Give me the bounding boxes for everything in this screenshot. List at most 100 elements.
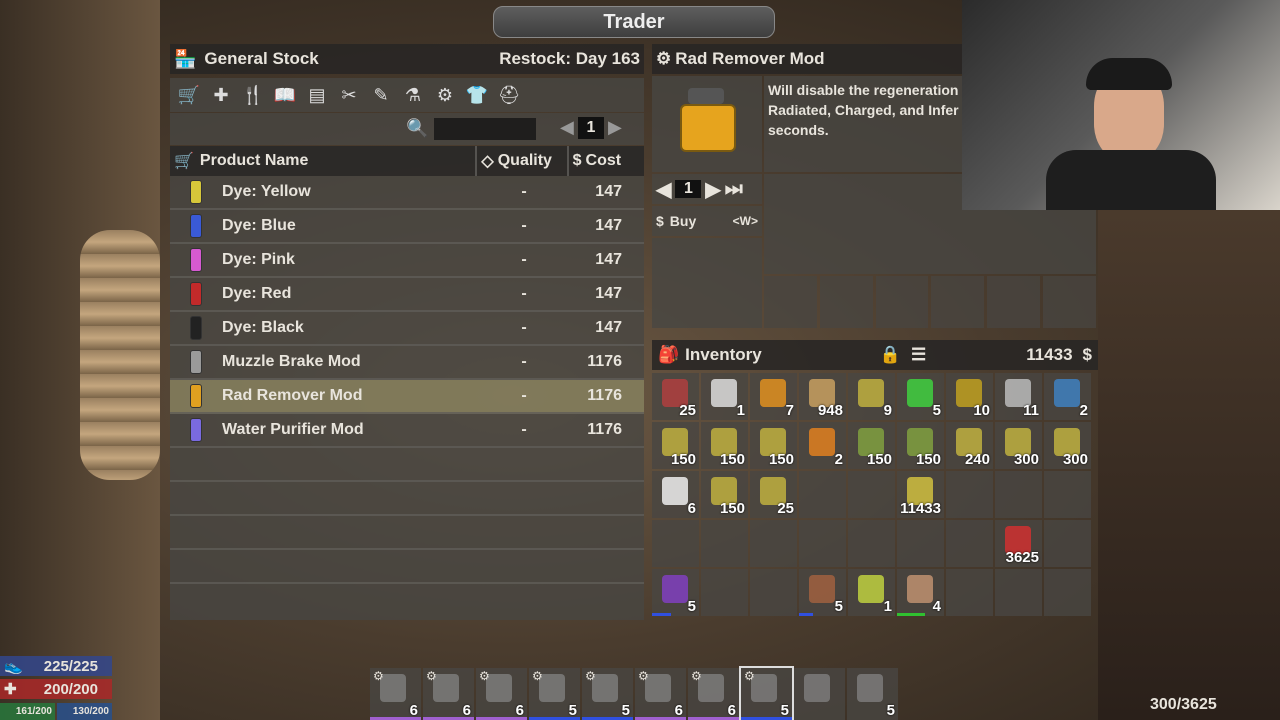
inventory-slot[interactable]: 2 (799, 422, 846, 469)
inventory-slot[interactable]: 11433 (897, 471, 944, 518)
product-row[interactable]: Dye: Yellow - 147 (170, 176, 644, 210)
parts-icon[interactable]: ⚙ (432, 82, 458, 108)
inventory-slot[interactable]: 9 (848, 373, 895, 420)
inventory-slot[interactable]: 1 (848, 569, 895, 616)
inventory-slot[interactable]: 5 (652, 569, 699, 616)
building-icon[interactable]: ▤ (304, 82, 330, 108)
product-row[interactable]: Dye: Black - 147 (170, 312, 644, 346)
weapons-icon[interactable]: ✎ (368, 82, 394, 108)
inventory-slot[interactable]: 5 (799, 569, 846, 616)
inventory-slot[interactable] (848, 471, 895, 518)
mod-slot[interactable] (764, 276, 817, 328)
toolbelt-slot[interactable]: ⚙ 5 (582, 668, 633, 720)
inventory-slot[interactable]: 150 (848, 422, 895, 469)
inventory-slot[interactable]: 11 (995, 373, 1042, 420)
inventory-slot[interactable]: 150 (897, 422, 944, 469)
inventory-slot[interactable]: 948 (799, 373, 846, 420)
inventory-slot[interactable]: 10 (946, 373, 993, 420)
inventory-slot[interactable] (946, 569, 993, 616)
inventory-slot[interactable]: 300 (995, 422, 1042, 469)
product-row[interactable]: Rad Remover Mod - 1176 (170, 380, 644, 414)
qty-increase-icon[interactable]: ▶ (705, 177, 720, 202)
food-icon[interactable]: 🍴 (240, 82, 266, 108)
toolbelt-slot[interactable]: ⚙ 6 (635, 668, 686, 720)
product-row[interactable]: Water Purifier Mod - 1176 (170, 414, 644, 448)
qty-value[interactable]: 1 (675, 180, 702, 198)
inventory-slot[interactable]: 150 (701, 422, 748, 469)
item-count: 150 (670, 451, 696, 468)
toolbelt-slot[interactable]: ⚙ 6 (688, 668, 739, 720)
inventory-slot[interactable]: 2 (1044, 373, 1091, 420)
inventory-slot[interactable]: 150 (652, 422, 699, 469)
quality-column[interactable]: ◇ Quality (477, 146, 569, 176)
page-next-icon[interactable]: ▶ (608, 117, 622, 138)
inventory-slot[interactable] (995, 569, 1042, 616)
inventory-slot[interactable] (652, 520, 699, 567)
sort-icon[interactable]: ☰ (911, 345, 926, 365)
product-quality: - (521, 183, 527, 200)
mod-slot[interactable] (875, 276, 929, 328)
product-row[interactable]: Muzzle Brake Mod - 1176 (170, 346, 644, 380)
product-row[interactable]: Dye: Blue - 147 (170, 210, 644, 244)
inventory-slot[interactable]: 150 (750, 422, 797, 469)
toolbelt-slot[interactable]: ⚙ 6 (423, 668, 474, 720)
inventory-slot[interactable]: 6 (652, 471, 699, 518)
search-icon[interactable]: 🔍 (406, 118, 428, 139)
inventory-slot[interactable] (897, 520, 944, 567)
inventory-slot[interactable] (1044, 569, 1091, 616)
qty-decrease-icon[interactable]: ◀ (656, 177, 671, 202)
toolbelt-slot[interactable]: ⚙ 5 (739, 666, 794, 720)
inventory-slot[interactable] (1044, 520, 1091, 567)
product-name-column[interactable]: 🛒 Product Name (170, 146, 478, 176)
inventory-slot[interactable] (1044, 471, 1091, 518)
mod-slot[interactable] (931, 276, 985, 328)
inventory-slot[interactable] (946, 520, 993, 567)
inventory-slot[interactable] (701, 569, 748, 616)
toolbelt-slot[interactable]: ⚙ 6 (476, 668, 527, 720)
book-icon[interactable]: 📖 (272, 82, 298, 108)
mod-slot[interactable] (1043, 276, 1096, 328)
inventory-slot[interactable] (701, 520, 748, 567)
toolbelt-slot[interactable]: 5 (847, 668, 898, 720)
inventory-slot[interactable]: 7 (750, 373, 797, 420)
cost-column[interactable]: $ Cost (568, 146, 644, 176)
lock-icon[interactable]: 🔒 (880, 345, 901, 365)
product-quality: - (521, 421, 527, 438)
inventory-slot[interactable] (750, 569, 797, 616)
chemistry-icon[interactable]: ⚗ (400, 82, 426, 108)
inventory-slot[interactable] (946, 471, 993, 518)
qty-max-icon[interactable]: ⏭ (725, 178, 743, 201)
mod-slot[interactable] (819, 276, 873, 328)
inventory-slot[interactable]: 25 (652, 373, 699, 420)
inventory-slot[interactable]: 4 (897, 569, 944, 616)
toolbelt-slot[interactable]: ⚙ 6 (370, 668, 421, 720)
tools-icon[interactable]: ✂ (336, 82, 362, 108)
toolbelt-slot[interactable] (794, 668, 845, 720)
search-input[interactable] (434, 118, 536, 140)
inventory-slot[interactable]: 1 (701, 373, 748, 420)
item-count: 300 (1013, 451, 1039, 468)
inventory-slot[interactable] (995, 471, 1042, 518)
inventory-slot[interactable]: 150 (701, 471, 748, 518)
armor-icon[interactable]: ⛑ (496, 82, 522, 108)
page-prev-icon[interactable]: ◀ (560, 117, 574, 138)
cart-icon[interactable]: 🛒 (176, 82, 202, 108)
product-row[interactable]: Dye: Red - 147 (170, 278, 644, 312)
inventory-slot[interactable]: 300 (1044, 422, 1091, 469)
inventory-slot[interactable]: 3625 (995, 520, 1042, 567)
inventory-slot[interactable]: 5 (897, 373, 944, 420)
medical-icon[interactable]: ✚ (208, 82, 234, 108)
toolbelt-slot[interactable]: ⚙ 5 (529, 668, 580, 720)
product-row[interactable]: Dye: Pink - 147 (170, 244, 644, 278)
inventory-slot[interactable] (799, 471, 846, 518)
inventory-slot[interactable] (750, 520, 797, 567)
item-count: 5 (687, 598, 696, 615)
clothing-icon[interactable]: 👕 (464, 82, 490, 108)
inventory-slot[interactable]: 25 (750, 471, 797, 518)
carry-weight: 300/3625 (1150, 696, 1217, 713)
inventory-slot[interactable]: 240 (946, 422, 993, 469)
inventory-slot[interactable] (848, 520, 895, 567)
mod-slot[interactable] (987, 276, 1041, 328)
inventory-slot[interactable] (799, 520, 846, 567)
buy-button[interactable]: $ Buy <W> (652, 206, 762, 236)
